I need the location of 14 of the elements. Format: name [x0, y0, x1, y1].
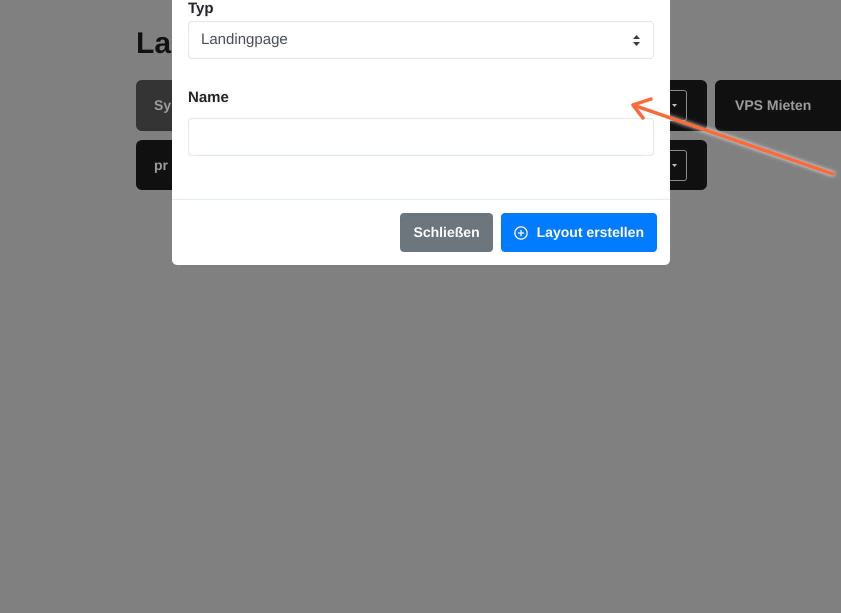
- page-heading: La: [136, 26, 172, 62]
- create-layout-button[interactable]: Layout erstellen: [500, 213, 657, 252]
- card-title: pr: [154, 156, 168, 175]
- field-label: Name: [188, 88, 229, 108]
- card-title: Sy: [154, 96, 172, 115]
- name-input[interactable]: [188, 118, 654, 156]
- card-title: VPS Mieten: [735, 96, 812, 115]
- type-select[interactable]: Landingpage: [188, 21, 654, 59]
- select-arrows-icon: [633, 34, 640, 46]
- plus-circle-icon: [514, 226, 528, 240]
- caret-icon: [672, 104, 677, 107]
- caret-icon: [672, 164, 677, 166]
- close-button[interactable]: Schließen: [400, 213, 493, 252]
- field-label: Typ: [188, 0, 214, 17]
